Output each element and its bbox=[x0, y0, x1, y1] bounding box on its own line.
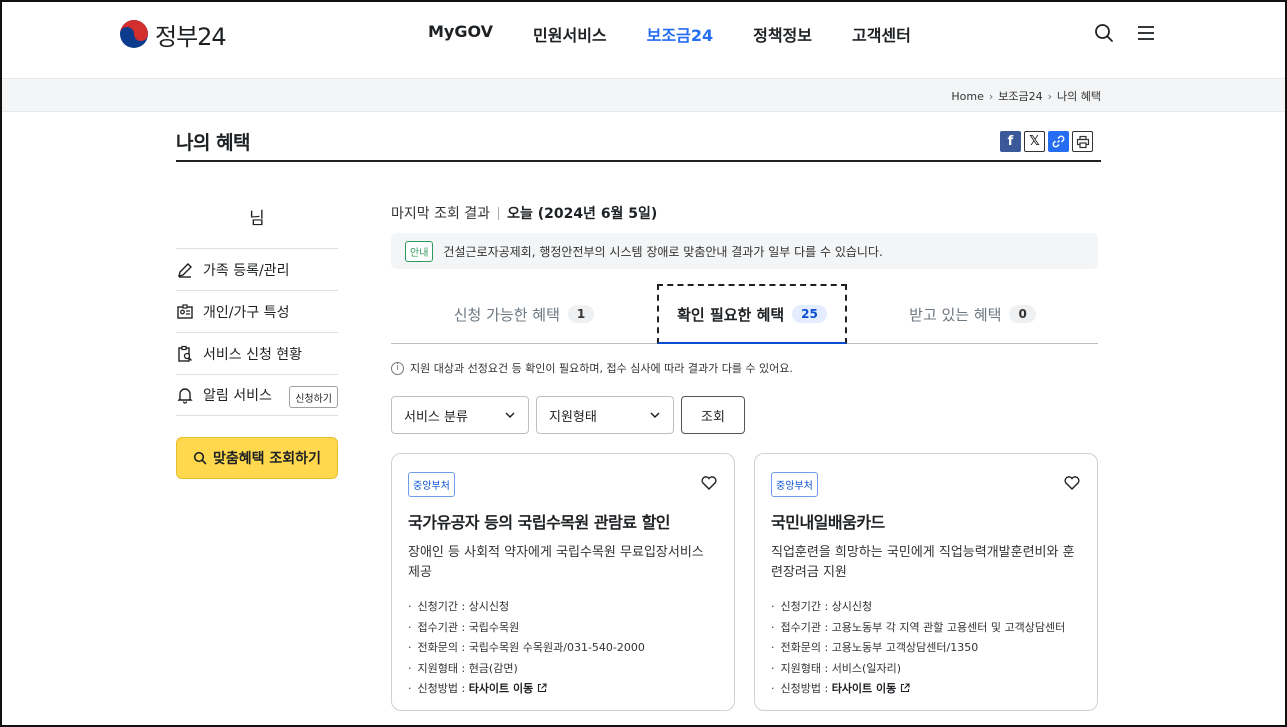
card-description: 직업훈련을 희망하는 국민에게 직업능력개발훈련비와 훈련장려금 지원 bbox=[771, 545, 1075, 580]
last-view-info: 마지막 조회 결과 오늘 (2024년 6월 5일) bbox=[391, 203, 657, 223]
notice-box: 안내 건설근로자공제회, 행정안전부의 시스템 장애로 맞춤안내 결과가 일부 … bbox=[391, 233, 1098, 269]
cta-label: 맞춤혜택 조회하기 bbox=[213, 451, 321, 467]
chevron-right-icon: › bbox=[988, 89, 994, 103]
print-icon[interactable] bbox=[1072, 131, 1093, 152]
nav-mygov[interactable]: MyGOV bbox=[428, 22, 493, 46]
external-link-icon bbox=[901, 683, 910, 693]
menu-icon[interactable] bbox=[1135, 22, 1157, 44]
page-title: 나의 혜택 bbox=[176, 132, 251, 154]
sidebar-item-traits[interactable]: 개인/가구 특성 bbox=[176, 290, 338, 332]
info-icon: i bbox=[391, 361, 404, 375]
tab-count: 1 bbox=[567, 305, 595, 323]
agency-badge: 중앙부처 bbox=[771, 472, 818, 497]
tab-label: 받고 있는 혜택 bbox=[909, 305, 1002, 324]
tab-receiving[interactable]: 받고 있는 혜택 0 bbox=[847, 284, 1098, 344]
select-value: 서비스 분류 bbox=[404, 409, 468, 425]
search-icon bbox=[193, 451, 207, 465]
breadcrumb-current: 나의 혜택 bbox=[1057, 90, 1101, 103]
sidebar-item-status[interactable]: 서비스 신청 현황 bbox=[176, 332, 338, 374]
id-card-icon bbox=[177, 303, 193, 319]
detail-agency: 접수기관 : 국립수목원 bbox=[408, 618, 718, 639]
alert-apply-button[interactable]: 신청하기 bbox=[289, 386, 338, 408]
tab-count: 0 bbox=[1009, 305, 1036, 323]
main-nav: MyGOV 민원서비스 보조금24 정책정보 고객센터 bbox=[428, 22, 911, 46]
tab-label: 확인 필요한 혜택 bbox=[677, 305, 785, 324]
clipboard-search-icon bbox=[178, 345, 192, 362]
divider bbox=[498, 206, 500, 220]
link-icon[interactable] bbox=[1048, 131, 1069, 152]
detail-period: 신청기간 : 상시신청 bbox=[408, 597, 718, 618]
heart-icon[interactable] bbox=[700, 474, 718, 492]
heart-icon[interactable] bbox=[1063, 474, 1081, 492]
benefit-tabs: 신청 가능한 혜택 1 확인 필요한 혜택 25 받고 있는 혜택 0 bbox=[391, 284, 1098, 344]
header: 정부24 MyGOV 민원서비스 보조금24 정책정보 고객센터 bbox=[0, 0, 1287, 78]
custom-benefit-search-button[interactable]: 맞춤혜택 조회하기 bbox=[176, 437, 338, 479]
nav-subsidy24[interactable]: 보조금24 bbox=[647, 22, 713, 46]
benefit-card[interactable]: 중앙부처 국민내일배움카드 직업훈련을 희망하는 국민에게 직업능력개발훈련비와… bbox=[754, 453, 1098, 711]
detail-phone: 전화문의 : 국립수목원 수목원과/031-540-2000 bbox=[408, 638, 718, 659]
last-view-date: 오늘 (2024년 6월 5일) bbox=[507, 206, 658, 222]
nav-customer-center[interactable]: 고객센터 bbox=[852, 22, 911, 46]
card-details: 신청기간 : 상시신청 접수기관 : 고용노동부 각 지역 관할 고용센터 및 … bbox=[771, 597, 1081, 700]
facebook-icon[interactable]: f bbox=[1000, 131, 1021, 152]
card-title[interactable]: 국민내일배움카드 bbox=[771, 509, 1081, 533]
chevron-down-icon bbox=[505, 412, 515, 419]
filter-search-button[interactable]: 조회 bbox=[681, 396, 745, 434]
card-description: 장애인 등 사회적 약자에게 국립수목원 무료입장서비스 제공 bbox=[408, 545, 704, 580]
sidebar-item-alert[interactable]: 알림 서비스 신청하기 bbox=[176, 374, 338, 416]
benefit-card[interactable]: 중앙부처 국가유공자 등의 국립수목원 관람료 할인 장애인 등 사회적 약자에… bbox=[391, 453, 735, 711]
help-text: i 지원 대상과 선정요건 등 확인이 필요하며, 접수 심사에 따라 결과가 … bbox=[391, 360, 793, 376]
nav-civil-service[interactable]: 민원서비스 bbox=[533, 22, 607, 46]
last-view-label: 마지막 조회 결과 bbox=[391, 206, 491, 222]
search-icon[interactable] bbox=[1093, 22, 1115, 44]
detail-support-type: 지원형태 : 현금(감면) bbox=[408, 659, 718, 680]
breadcrumb: Home › 보조금24 › 나의 혜택 bbox=[951, 88, 1101, 104]
nav-policy-info[interactable]: 정책정보 bbox=[753, 22, 812, 46]
notice-badge: 안내 bbox=[405, 240, 434, 262]
external-site-link[interactable]: 타사이트 이동 bbox=[469, 682, 534, 695]
x-icon[interactable]: 𝕏 bbox=[1024, 131, 1045, 152]
user-name: 님 bbox=[249, 209, 265, 229]
detail-period: 신청기간 : 상시신청 bbox=[771, 597, 1081, 618]
chevron-down-icon bbox=[650, 412, 660, 419]
sidebar-item-label: 가족 등록/관리 bbox=[203, 262, 290, 279]
detail-phone: 전화문의 : 고용노동부 고객상담센터/1350 bbox=[771, 638, 1081, 659]
select-value: 지원형태 bbox=[549, 409, 597, 425]
breadcrumb-home[interactable]: Home bbox=[951, 90, 983, 103]
card-title[interactable]: 국가유공자 등의 국립수목원 관람료 할인 bbox=[408, 509, 718, 533]
sidebar-item-family[interactable]: 가족 등록/관리 bbox=[176, 248, 338, 290]
external-link-icon bbox=[538, 683, 547, 693]
notice-text: 건설근로자공제회, 행정안전부의 시스템 장애로 맞춤안내 결과가 일부 다를 … bbox=[443, 244, 883, 259]
detail-method: 신청방법 : 타사이트 이동 bbox=[408, 679, 718, 700]
detail-method: 신청방법 : 타사이트 이동 bbox=[771, 679, 1081, 700]
edit-icon bbox=[178, 262, 192, 278]
sidebar-item-label: 개인/가구 특성 bbox=[203, 304, 290, 321]
tab-count: 25 bbox=[792, 305, 827, 323]
card-details: 신청기간 : 상시신청 접수기관 : 국립수목원 전화문의 : 국립수목원 수목… bbox=[408, 597, 718, 700]
service-category-select[interactable]: 서비스 분류 bbox=[391, 396, 529, 434]
tab-label: 신청 가능한 혜택 bbox=[453, 305, 560, 324]
breadcrumb-bar: Home › 보조금24 › 나의 혜택 bbox=[0, 78, 1287, 112]
bell-icon bbox=[177, 388, 193, 404]
logo-text: 정부24 bbox=[155, 22, 227, 51]
sidebar-item-label: 알림 서비스 bbox=[203, 388, 272, 404]
help-message: 지원 대상과 선정요건 등 확인이 필요하며, 접수 심사에 따라 결과가 다를… bbox=[410, 362, 793, 375]
detail-agency: 접수기관 : 고용노동부 각 지역 관할 고용센터 및 고객상담센터 bbox=[771, 618, 1081, 639]
external-site-link[interactable]: 타사이트 이동 bbox=[832, 682, 897, 695]
tab-check-needed[interactable]: 확인 필요한 혜택 25 bbox=[657, 284, 847, 344]
taegeuk-logo-icon bbox=[120, 20, 148, 48]
support-type-select[interactable]: 지원형태 bbox=[536, 396, 674, 434]
chevron-right-icon: › bbox=[1047, 89, 1053, 103]
gov24-logo[interactable]: 정부24 bbox=[119, 18, 227, 51]
sidebar-menu: 가족 등록/관리 개인/가구 특성 서비스 신청 현황 알림 서비스 신청하기 bbox=[176, 248, 338, 416]
title-divider bbox=[176, 160, 1101, 162]
tab-available[interactable]: 신청 가능한 혜택 1 bbox=[391, 284, 657, 344]
breadcrumb-subsidy24[interactable]: 보조금24 bbox=[998, 88, 1042, 104]
share-toolbar: f 𝕏 bbox=[1000, 131, 1093, 152]
filter-bar: 서비스 분류 지원형태 조회 bbox=[391, 396, 745, 434]
detail-support-type: 지원형태 : 서비스(일자리) bbox=[771, 659, 1081, 680]
agency-badge: 중앙부처 bbox=[408, 472, 455, 497]
sidebar-item-label: 서비스 신청 현황 bbox=[203, 346, 303, 363]
